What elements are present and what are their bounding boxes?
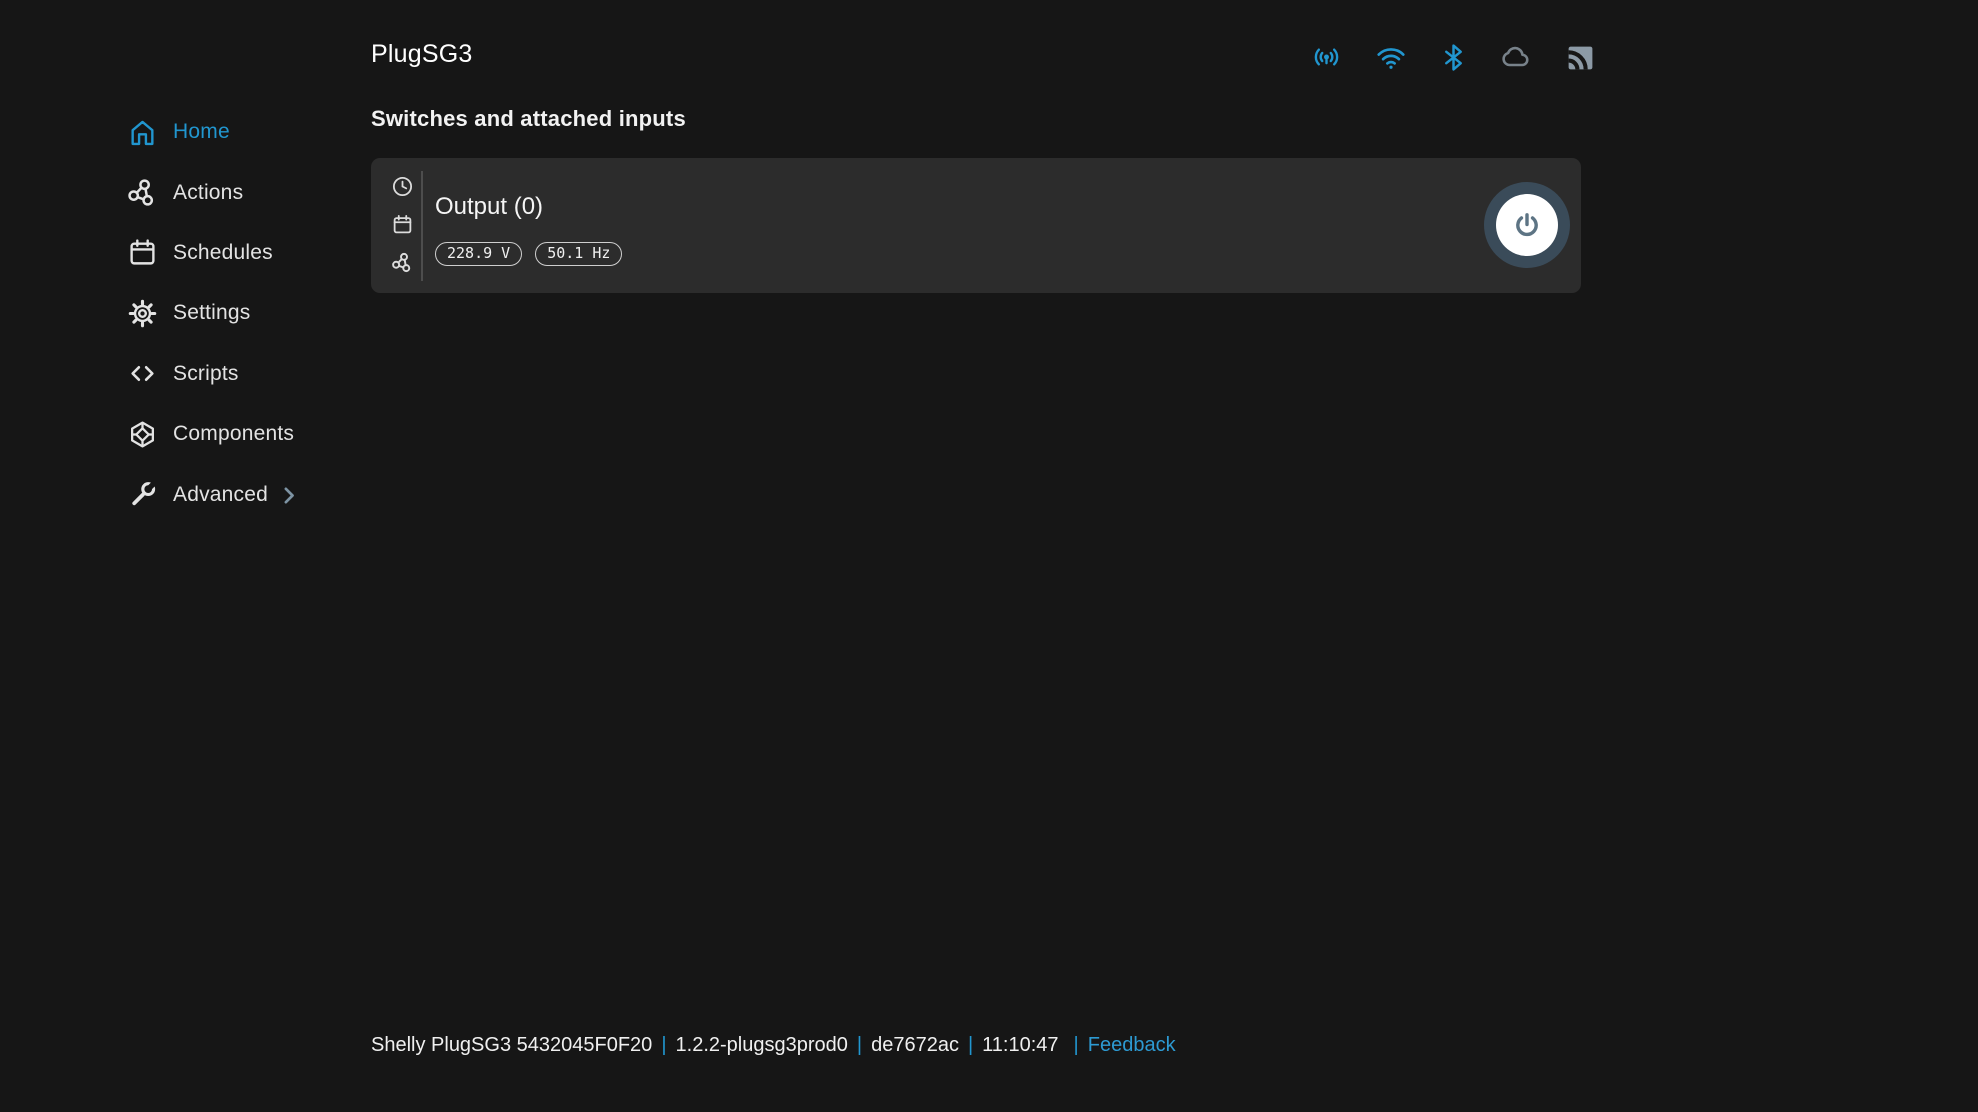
footer-firmware: 1.2.2-plugsg3prod0 [676, 1034, 848, 1057]
cloud-icon [1500, 41, 1532, 73]
footer-device: Shelly PlugSG3 5432045F0F20 [371, 1034, 652, 1057]
switch-card-output[interactable]: Output (0) 228.9 V 50.1 Hz [371, 158, 1581, 293]
voltage-badge: 228.9 V [435, 242, 522, 266]
power-icon [1511, 209, 1543, 241]
footer-separator: | [968, 1034, 973, 1057]
badge-row: 228.9 V 50.1 Hz [435, 242, 622, 266]
sidebar-item-label: Scripts [173, 362, 239, 386]
footer: Shelly PlugSG3 5432045F0F20 | 1.2.2-plug… [371, 1034, 1176, 1057]
sidebar-item-actions[interactable]: Actions [0, 162, 371, 222]
footer-separator: | [857, 1034, 862, 1057]
sidebar: Home Actions [0, 0, 371, 1112]
feedback-link[interactable]: Feedback [1088, 1034, 1176, 1057]
sidebar-item-label: Schedules [173, 241, 273, 265]
sidebar-item-label: Settings [173, 301, 250, 325]
cube-icon [127, 419, 158, 450]
access-point-icon [1311, 42, 1342, 73]
card-mini-icons [392, 176, 413, 273]
section-title: Switches and attached inputs [371, 106, 686, 132]
sidebar-item-label: Components [173, 422, 294, 446]
sidebar-item-label: Home [173, 120, 230, 144]
footer-time: 11:10:47 [982, 1034, 1058, 1057]
wifi-icon [1375, 41, 1407, 73]
sidebar-item-schedules[interactable]: Schedules [0, 223, 371, 283]
footer-separator: | [1074, 1034, 1079, 1057]
power-toggle-button[interactable] [1484, 182, 1570, 268]
sidebar-item-components[interactable]: Components [0, 404, 371, 464]
chevron-right-icon [284, 487, 295, 504]
feed-icon [1565, 42, 1596, 73]
clock-icon [392, 176, 413, 197]
card-divider [421, 171, 423, 281]
page-title: PlugSG3 [371, 40, 472, 69]
sidebar-item-home[interactable]: Home [0, 102, 371, 162]
actions-icon [127, 177, 158, 208]
bluetooth-icon [1440, 42, 1467, 73]
footer-separator: | [661, 1034, 666, 1057]
gear-icon [127, 298, 158, 329]
calendar-icon [392, 214, 413, 235]
code-icon [127, 358, 158, 389]
sidebar-item-scripts[interactable]: Scripts [0, 344, 371, 404]
home-icon [127, 117, 158, 148]
power-toggle-inner [1496, 194, 1558, 256]
sidebar-item-label: Advanced [173, 483, 268, 507]
sidebar-nav: Home Actions [0, 102, 371, 525]
status-icons [1311, 41, 1596, 73]
sidebar-item-advanced[interactable]: Advanced [0, 464, 371, 524]
calendar-icon [127, 237, 158, 268]
sidebar-item-settings[interactable]: Settings [0, 283, 371, 343]
frequency-badge: 50.1 Hz [535, 242, 622, 266]
actions-icon [392, 252, 413, 273]
wrench-icon [127, 479, 158, 510]
switch-card-title: Output (0) [435, 193, 543, 221]
sidebar-item-label: Actions [173, 181, 243, 205]
footer-build: de7672ac [871, 1034, 959, 1057]
